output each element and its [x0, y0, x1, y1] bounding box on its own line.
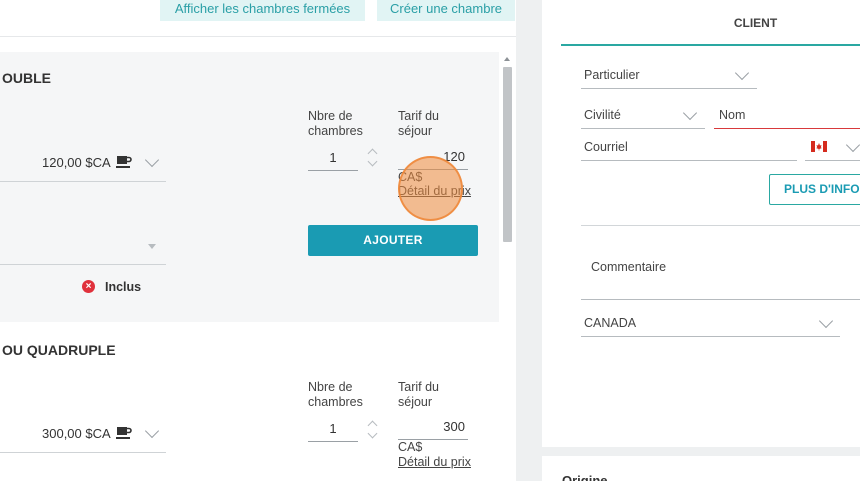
stay-rate-input[interactable]: 300	[398, 416, 468, 440]
quantity-stepper[interactable]	[366, 418, 380, 444]
rate-plan-value: 120,00 $CA	[42, 155, 111, 170]
create-room-button[interactable]: Créer une chambre	[377, 0, 515, 21]
client-type-select[interactable]: Particulier	[581, 65, 757, 89]
room-type-title: OU QUADRUPLE	[2, 342, 116, 358]
client-type-value: Particulier	[584, 68, 640, 82]
caret-down-icon	[148, 244, 156, 249]
civility-placeholder: Civilité	[584, 108, 621, 122]
show-closed-rooms-button[interactable]: Afficher les chambres fermées	[160, 0, 365, 21]
country-select[interactable]: CANADA	[581, 313, 840, 337]
comment-field[interactable]: Commentaire	[581, 246, 860, 300]
price-detail-link[interactable]: Détail du prix	[398, 184, 471, 198]
rooms-toolbar: Afficher les chambres fermées Créer une …	[0, 0, 516, 37]
email-placeholder: Courriel	[584, 140, 628, 154]
name-placeholder: Nom	[719, 108, 746, 122]
civility-select[interactable]: Civilité	[581, 105, 705, 129]
price-detail-link[interactable]: Détail du prix	[398, 455, 471, 469]
chevron-down-icon	[144, 423, 160, 439]
phone-country-select[interactable]	[805, 137, 860, 161]
country-value: CANADA	[584, 316, 637, 330]
decrement-icon[interactable]	[367, 428, 378, 439]
coffee-cup-icon	[116, 156, 132, 168]
currency-label: CA$	[398, 170, 423, 184]
origin-title: Origine	[562, 473, 608, 481]
room-count-label: Nbre de chambres	[308, 109, 363, 138]
stay-rate-label: Tarif du séjour	[398, 380, 439, 409]
chevron-down-icon	[818, 313, 834, 329]
rate-plan-value: 300,00 $CA	[42, 426, 111, 441]
coffee-cup-icon	[116, 427, 132, 439]
more-info-button[interactable]: PLUS D'INFORMATIONS	[769, 174, 860, 205]
x-circle-icon: ×	[82, 280, 95, 293]
room-quantity-input[interactable]: 1	[308, 147, 358, 171]
rate-plan-select[interactable]: 300,00 $CA	[0, 416, 166, 453]
comment-placeholder: Commentaire	[591, 260, 667, 274]
email-field[interactable]: Courriel	[581, 137, 797, 161]
client-panel: CLIENT Particulier Civilité Nom Courriel…	[542, 0, 860, 447]
included-label: Inclus	[105, 280, 142, 294]
rooms-panel: Afficher les chambres fermées Créer une …	[0, 0, 516, 481]
origin-panel: Origine	[542, 456, 860, 481]
currency-label: CA$	[398, 440, 423, 454]
divider	[581, 225, 860, 226]
scroll-up-arrow-icon[interactable]	[504, 57, 510, 61]
room-type-card: OUBLE Nbre de chambres Tarif du séjour 1…	[0, 52, 499, 322]
quantity-stepper[interactable]	[366, 146, 380, 172]
decrement-icon[interactable]	[367, 156, 378, 167]
chevron-down-icon	[734, 65, 750, 81]
stay-rate-label: Tarif du séjour	[398, 109, 439, 138]
chevron-down-icon	[144, 152, 160, 168]
room-count-label: Nbre de chambres	[308, 380, 363, 409]
room-type-title: OUBLE	[2, 70, 51, 86]
chevron-down-icon	[682, 105, 698, 121]
add-room-button[interactable]: AJOUTER	[308, 225, 478, 256]
chevron-down-icon	[845, 137, 860, 153]
canada-flag-icon	[811, 141, 827, 152]
scrollbar-thumb[interactable]	[503, 67, 512, 242]
room-quantity-input[interactable]: 1	[308, 418, 358, 442]
rooms-scrollbar[interactable]	[501, 52, 513, 481]
room-type-card: OU QUADRUPLE Nbre de chambres Tarif du s…	[0, 322, 499, 481]
tab-client[interactable]: CLIENT	[561, 0, 860, 46]
name-field[interactable]: Nom	[714, 105, 860, 129]
stay-rate-input[interactable]: 120	[398, 146, 468, 170]
rate-plan-select[interactable]: 120,00 $CA	[0, 145, 166, 182]
room-option-select[interactable]	[0, 231, 166, 265]
